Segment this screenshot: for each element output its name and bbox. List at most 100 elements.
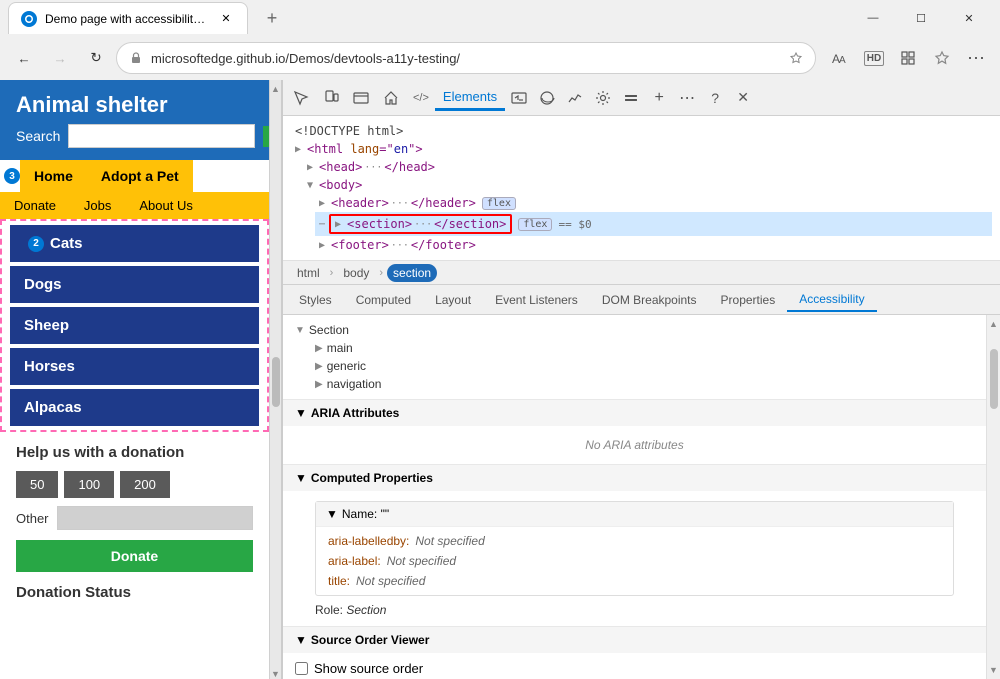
left-scrollbar[interactable]: ▲ ▼: [270, 80, 282, 679]
other-input[interactable]: [57, 506, 253, 530]
section-dots[interactable]: ···: [414, 219, 432, 230]
source-order-header[interactable]: ▼ Source Order Viewer: [283, 627, 986, 653]
event-listeners-tab[interactable]: Event Listeners: [483, 289, 590, 311]
footer-dots[interactable]: ···: [391, 240, 409, 251]
breadcrumb-sep-2: ›: [379, 267, 383, 279]
properties-tab[interactable]: Properties: [709, 289, 788, 311]
home-button[interactable]: Home: [20, 160, 87, 192]
accessibility-tab[interactable]: Accessibility: [787, 288, 876, 312]
jobs-button[interactable]: Jobs: [70, 192, 125, 219]
computed-section-header[interactable]: ▼ Computed Properties: [283, 465, 986, 491]
maximize-button[interactable]: ☐: [898, 2, 944, 34]
star-icon[interactable]: [789, 51, 803, 65]
donate-50-button[interactable]: 50: [16, 471, 58, 498]
url-bar[interactable]: microsoftedge.github.io/Demos/devtools-a…: [116, 42, 816, 74]
generic-arrow: ▶: [315, 361, 323, 372]
devtools-more-btn[interactable]: ⋯: [319, 219, 325, 230]
donation-section: Help us with a donation 50 100 200 Other…: [0, 432, 269, 584]
reload-button[interactable]: ↻: [80, 42, 112, 74]
layout-tab[interactable]: Layout: [423, 289, 483, 311]
styles-tab[interactable]: Styles: [287, 289, 344, 311]
window-controls: — ☐ ✕: [850, 2, 992, 34]
title-prop: title: Not specified: [316, 571, 953, 591]
head-line[interactable]: ▶ <head> ··· </head>: [303, 158, 992, 176]
close-button[interactable]: ✕: [946, 2, 992, 34]
right-scrollbar[interactable]: ▲ ▼: [986, 315, 1000, 679]
horses-item[interactable]: Horses: [10, 348, 259, 385]
doctype-line: <!DOCTYPE html>: [291, 122, 992, 140]
go-button[interactable]: go: [263, 126, 270, 147]
footer-tag: <footer>: [331, 238, 389, 252]
show-source-order-label[interactable]: Show source order: [314, 661, 423, 676]
home-devtools-button[interactable]: [377, 84, 405, 112]
section-line[interactable]: ⋯ ▶ <section> ··· </section> flex == $0: [315, 212, 992, 236]
search-input[interactable]: [68, 124, 255, 148]
body-expander[interactable]: ▼: [307, 180, 317, 191]
close-devtools-button[interactable]: ✕: [729, 84, 757, 112]
performance-button[interactable]: [561, 84, 589, 112]
network-monitor-button[interactable]: [533, 84, 561, 112]
donate-100-button[interactable]: 100: [64, 471, 114, 498]
dom-breakpoints-tab[interactable]: DOM Breakpoints: [590, 289, 709, 311]
browser-tab[interactable]: Demo page with accessibility issu ✕: [8, 2, 248, 34]
header-dots[interactable]: ···: [391, 198, 409, 209]
tree-main-item[interactable]: ▶ main: [295, 339, 974, 357]
footer-expander[interactable]: ▶: [319, 240, 329, 251]
collections-button[interactable]: [892, 42, 924, 74]
section-expander[interactable]: ▶: [335, 219, 345, 230]
help-button[interactable]: ?: [701, 84, 729, 112]
back-button[interactable]: ←: [8, 42, 40, 74]
head-dots[interactable]: ···: [364, 162, 382, 173]
read-aloud-button[interactable]: AA: [824, 42, 856, 74]
computed-section-label: Computed Properties: [311, 471, 433, 485]
console-icon-button[interactable]: [505, 84, 533, 112]
tab-close-button[interactable]: ✕: [217, 10, 235, 28]
name-header[interactable]: ▼ Name: "": [316, 502, 953, 527]
cats-item[interactable]: 2 Cats: [10, 225, 259, 262]
breadcrumb-body[interactable]: body: [337, 264, 375, 282]
tree-generic-item[interactable]: ▶ generic: [295, 357, 974, 375]
alpacas-item[interactable]: Alpacas: [10, 389, 259, 426]
hd-button[interactable]: HD: [858, 42, 890, 74]
breadcrumb-html[interactable]: html: [291, 264, 326, 282]
layers-button[interactable]: [617, 84, 645, 112]
computed-tab[interactable]: Computed: [344, 289, 423, 311]
scroll-down-btn[interactable]: ▼: [989, 665, 998, 675]
head-expander[interactable]: ▶: [307, 162, 317, 173]
scroll-up-btn[interactable]: ▲: [989, 319, 998, 329]
add-tool-button[interactable]: +: [645, 84, 673, 112]
body-open-line[interactable]: ▼ <body>: [303, 176, 992, 194]
about-button[interactable]: About Us: [125, 192, 206, 219]
adopt-button[interactable]: Adopt a Pet: [87, 160, 193, 192]
tree-navigation-item[interactable]: ▶ navigation: [295, 375, 974, 393]
sheep-item[interactable]: Sheep: [10, 307, 259, 344]
device-toolbar-button[interactable]: [317, 84, 345, 112]
html-line[interactable]: ▶ <html lang="en">: [291, 140, 992, 158]
more-tools-button[interactable]: ⋯: [673, 84, 701, 112]
dogs-item[interactable]: Dogs: [10, 266, 259, 303]
breadcrumb-section[interactable]: section: [387, 264, 437, 282]
donate-button[interactable]: Donate: [16, 540, 253, 572]
forward-button[interactable]: →: [44, 42, 76, 74]
settings-devtools-button[interactable]: [589, 84, 617, 112]
show-source-order-checkbox[interactable]: [295, 662, 308, 675]
footer-line[interactable]: ▶ <footer> ··· </footer>: [315, 236, 992, 254]
inspect-element-button[interactable]: [287, 84, 315, 112]
tree-section-item[interactable]: ▼ Section: [295, 321, 974, 339]
favorites-button[interactable]: [926, 42, 958, 74]
settings-button[interactable]: ⋯: [960, 42, 992, 74]
source-order-content: Show source order: [283, 653, 986, 679]
html-expander[interactable]: ▶: [295, 144, 305, 155]
source-order-collapse-icon: ▼: [295, 633, 307, 647]
devtools-elements-tab[interactable]: Elements: [435, 85, 505, 111]
donate-nav-button[interactable]: Donate: [0, 192, 70, 219]
new-tab-button[interactable]: +: [256, 2, 288, 34]
donate-200-button[interactable]: 200: [120, 471, 170, 498]
scroll-thumb[interactable]: [990, 349, 998, 409]
section-box[interactable]: ▶ <section> ··· </section>: [329, 214, 512, 234]
aria-section-header[interactable]: ▼ ARIA Attributes: [283, 400, 986, 426]
header-expander[interactable]: ▶: [319, 198, 329, 209]
sources-icon-button[interactable]: [347, 84, 375, 112]
minimize-button[interactable]: —: [850, 2, 896, 34]
header-line[interactable]: ▶ <header> ··· </header> flex: [315, 194, 992, 212]
